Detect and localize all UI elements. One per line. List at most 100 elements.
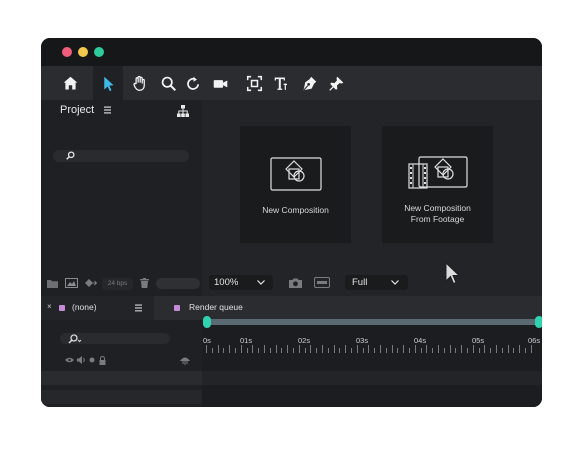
ruler-tick bbox=[472, 345, 474, 353]
lock-icon[interactable] bbox=[99, 356, 106, 365]
ruler-tick bbox=[217, 345, 219, 353]
audio-speaker-icon[interactable] bbox=[77, 356, 86, 364]
trash-icon[interactable] bbox=[140, 278, 149, 288]
ruler-label-05s: 05s bbox=[472, 336, 485, 345]
ruler-tick bbox=[490, 348, 492, 353]
visibility-eye-icon[interactable] bbox=[65, 357, 74, 363]
display-toggle-icon[interactable] bbox=[314, 277, 330, 288]
work-area-end-handle[interactable] bbox=[535, 316, 542, 328]
time-ruler-ticks[interactable] bbox=[202, 345, 542, 355]
new-composition-label: New Composition bbox=[262, 205, 329, 215]
ruler-tick bbox=[484, 345, 486, 353]
ruler-tick bbox=[345, 345, 347, 353]
minimize-window-button[interactable] bbox=[78, 47, 88, 57]
selection-arrow-icon bbox=[103, 76, 114, 91]
ruler-label-01s: 01s bbox=[240, 336, 253, 345]
project-search-input[interactable] bbox=[53, 150, 189, 162]
camera-tool-button[interactable] bbox=[205, 66, 235, 100]
ruler-tick bbox=[438, 345, 439, 353]
camera-icon bbox=[213, 79, 227, 88]
ruler-tick bbox=[478, 348, 480, 353]
panel-menu-icon[interactable] bbox=[104, 106, 111, 114]
timeline-panel: × (none) Render queue 0s 01s 02s 03s 04s… bbox=[41, 296, 542, 407]
ruler-tick bbox=[269, 348, 271, 353]
ruler-tick bbox=[258, 348, 260, 353]
layer-row[interactable] bbox=[41, 390, 202, 404]
work-area-bar[interactable] bbox=[206, 319, 538, 325]
ruler-tick bbox=[304, 348, 306, 353]
ruler-tick bbox=[455, 348, 457, 353]
ruler-label-04s: 04s bbox=[414, 336, 427, 345]
timeline-tabs: × (none) Render queue bbox=[41, 296, 542, 320]
ruler-label-0s: 0s bbox=[203, 336, 211, 345]
title-bar bbox=[41, 38, 542, 66]
tab-none[interactable]: × (none) bbox=[41, 296, 154, 320]
ruler-tick bbox=[298, 345, 300, 353]
ruler-tick bbox=[507, 345, 509, 353]
ruler-tick bbox=[368, 345, 370, 353]
ruler-tick bbox=[333, 345, 335, 353]
ruler-tick bbox=[316, 348, 318, 353]
region-select-button[interactable] bbox=[239, 66, 269, 100]
home-icon bbox=[63, 76, 77, 89]
ruler-tick bbox=[519, 345, 521, 353]
region-select-icon bbox=[246, 75, 262, 91]
layer-list bbox=[41, 320, 202, 407]
composition-viewer: New Composition New Composition From Foo… bbox=[202, 100, 542, 296]
toolbar bbox=[41, 66, 542, 100]
chevron-down-icon bbox=[257, 280, 265, 285]
text-tool-button[interactable] bbox=[266, 66, 296, 100]
hierarchy-icon[interactable] bbox=[177, 105, 189, 117]
app-window: Project New Composition New Composition … bbox=[41, 38, 542, 407]
fps-indicator[interactable]: 24 bps bbox=[102, 278, 133, 290]
resolution-dropdown[interactable]: Full bbox=[345, 275, 408, 290]
tab-render-queue[interactable]: Render queue bbox=[154, 296, 542, 320]
ruler-tick bbox=[525, 348, 526, 353]
pen-tool-button[interactable] bbox=[294, 66, 324, 100]
ruler-tick bbox=[409, 348, 410, 353]
pin-tool-button[interactable] bbox=[321, 66, 351, 100]
ruler-tick bbox=[496, 345, 497, 353]
layer-search-input[interactable] bbox=[60, 333, 170, 344]
ruler-tick bbox=[426, 345, 428, 353]
new-composition-from-footage-card[interactable]: New Composition From Footage bbox=[382, 126, 493, 243]
ruler-tick bbox=[374, 348, 376, 353]
solo-dot-icon[interactable] bbox=[89, 357, 95, 363]
maximize-window-button[interactable] bbox=[94, 47, 104, 57]
tab-menu-icon[interactable] bbox=[135, 304, 142, 312]
ruler-label-02s: 02s bbox=[298, 336, 311, 345]
snapshot-camera-icon[interactable] bbox=[289, 278, 302, 288]
ruler-tick bbox=[449, 345, 451, 353]
pen-icon bbox=[303, 76, 316, 90]
close-window-button[interactable] bbox=[62, 47, 72, 57]
shy-icon[interactable] bbox=[180, 356, 190, 365]
ruler-tick bbox=[310, 345, 312, 353]
ruler-label-03s: 03s bbox=[356, 336, 369, 345]
ruler-tick bbox=[391, 345, 393, 353]
composition-small-icon[interactable] bbox=[65, 278, 78, 288]
flowchart-icon[interactable] bbox=[84, 278, 97, 288]
ruler-tick bbox=[420, 348, 422, 353]
ruler-tick bbox=[501, 348, 503, 353]
hand-tool-button[interactable] bbox=[124, 66, 154, 100]
close-tab-icon[interactable]: × bbox=[47, 302, 52, 311]
selection-tool-button[interactable] bbox=[93, 66, 123, 100]
home-button[interactable] bbox=[55, 66, 85, 100]
tab-render-queue-label: Render queue bbox=[189, 302, 243, 312]
search-icon bbox=[68, 334, 82, 344]
color-depth-toggle[interactable] bbox=[156, 278, 200, 289]
ruler-tick bbox=[461, 345, 463, 353]
ruler-tick bbox=[287, 345, 289, 353]
ruler-tick bbox=[240, 345, 242, 353]
new-composition-card[interactable]: New Composition bbox=[240, 126, 351, 243]
rotate-tool-button[interactable] bbox=[178, 66, 208, 100]
zoom-dropdown[interactable]: 100% bbox=[209, 275, 273, 290]
render-tab-color-swatch bbox=[174, 305, 180, 311]
layer-row[interactable] bbox=[41, 371, 202, 385]
track-row[interactable] bbox=[202, 371, 542, 385]
ruler-label-06s: 06s bbox=[528, 336, 541, 345]
pin-icon bbox=[328, 76, 343, 91]
ruler-tick bbox=[513, 348, 515, 353]
folder-icon[interactable] bbox=[47, 279, 58, 288]
work-area-start-handle[interactable] bbox=[203, 316, 211, 328]
